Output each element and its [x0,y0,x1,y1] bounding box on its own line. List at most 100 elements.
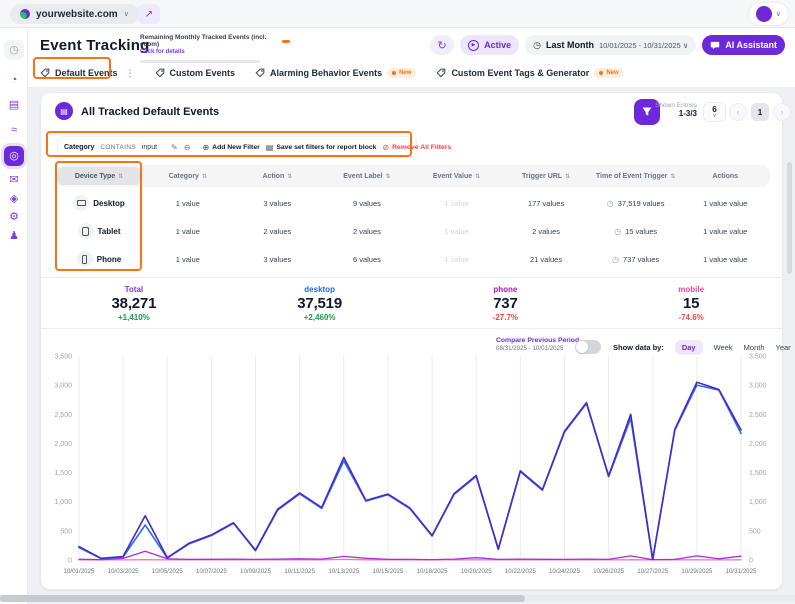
time-cell: ◷ 37,519 values [606,198,665,208]
chevron-down-icon: ∨ [775,11,781,18]
tag-icon [255,68,265,78]
svg-text:3,000: 3,000 [54,383,72,390]
svg-text:10/05/2025: 10/05/2025 [152,568,184,575]
svg-text:1,000: 1,000 [749,499,767,506]
settings-icon: ⚙ [9,210,19,223]
kebab-menu-icon[interactable]: ⋮ [126,68,135,79]
svg-text:10/31/2025: 10/31/2025 [726,568,758,575]
refresh-icon: ↻ [437,39,447,52]
column-header-category[interactable]: Category ⇅ [143,165,233,187]
clock-icon: ◷ [614,226,622,236]
open-site-button[interactable]: ↗ [138,4,160,24]
device-cell: Tablet [55,217,143,245]
sidebar-item-account[interactable]: ♟ [4,226,24,246]
user-menu[interactable]: ∨ [747,2,789,26]
save-filters-button[interactable]: ▤ Save set filters for report block [266,143,377,152]
sidebar-item-orders[interactable]: ▤ [4,95,24,115]
horizontal-scrollbar-thumb[interactable] [0,595,525,602]
table-row-desktop[interactable]: Desktop 1 value 3 values 9 values 1 value 177… [55,189,770,217]
sort-icon: ⇅ [475,173,481,180]
category-cell: 1 value [175,254,200,264]
next-page-button[interactable]: › [773,103,791,121]
category-cell: 1 value [175,198,200,208]
stat-desktop: desktop 37,519 +2,460% [227,278,413,328]
tab-alarming-behavior-events[interactable]: Alarming Behavior Events New [255,68,417,78]
remove-all-filters-button[interactable]: ⊘ Remove All Filters [382,143,451,152]
actions-cell: 1 value value [703,198,748,208]
column-header-event_label[interactable]: Event Label ⇅ [322,165,412,187]
add-new-filter-button[interactable]: ⊕ Add New Filter [202,143,259,152]
svg-text:10/01/2025: 10/01/2025 [64,568,96,575]
tab-label: Alarming Behavior Events [270,68,383,78]
filter-value[interactable]: input [142,144,157,151]
stat-change: +1,410% [117,312,150,322]
remove-filter-icon[interactable]: ⊖ [184,143,191,152]
vertical-scrollbar[interactable] [787,162,792,274]
sidebar-item-history[interactable]: ◷ [4,40,24,60]
page-size-select[interactable]: 6 ∨ [703,102,726,122]
column-header-action[interactable]: Action ⇅ [233,165,323,187]
table-row-tablet[interactable]: Tablet 1 value 2 values 2 values 1 value 2 va… [55,217,770,245]
svg-text:500: 500 [749,528,761,535]
chevron-down-icon: ∨ [712,112,717,119]
stat-label: desktop [304,284,335,294]
clock-icon: ◷ [533,39,541,50]
sidebar-item-insights[interactable]: ◔ [4,70,24,90]
sort-icon: ⇅ [118,173,124,180]
tag-icon [155,68,165,78]
account-icon: ♟ [9,229,19,242]
column-header-event_value[interactable]: Event Value ⇅ [412,165,502,187]
trigger-url-cell: 21 values [530,254,563,264]
prev-page-button[interactable]: ‹ [729,103,747,121]
column-header-trigger_url[interactable]: Trigger URL ⇅ [501,165,591,187]
remaining-events-label: Remaining Monthly Tracked Events (incl. … [140,34,267,48]
edit-filter-icon[interactable]: ✎ [171,143,178,152]
tag-icon [436,68,446,78]
svg-text:10/13/2025: 10/13/2025 [328,568,360,575]
filter-field[interactable]: Category [64,144,94,151]
click-for-details-link[interactable]: Click for details [140,49,290,55]
svg-text:3,500: 3,500 [749,354,767,361]
actions-cell: 1 value value [703,226,748,236]
filter-operator[interactable]: CONTAINS [100,144,136,151]
desktop-icon [73,195,90,211]
stat-total: Total 38,271 +1,410% [41,278,227,328]
page-title: Event Tracking [40,37,150,54]
tab-default-events[interactable]: Default Events ⋮ [40,68,135,79]
trigger-url-cell: 177 values [527,198,565,208]
sidebar-item-security[interactable]: ◈ [4,189,24,209]
sidebar-item-engagement[interactable]: ≈ [4,120,24,140]
table-row-phone[interactable]: Phone 1 value 3 values 6 values 1 value 21 va… [55,245,770,273]
sort-icon: ⇅ [287,173,293,180]
shown-entries-value: 1-3/3 [678,109,697,118]
date-range-picker[interactable]: ◷ Last Month 10/01/2025 - 10/31/2025 ∨ [525,35,697,55]
sidebar-item-event-tracking[interactable]: ◎ [4,146,24,166]
current-page[interactable]: 1 [751,103,769,121]
tablet-icon [77,223,94,239]
event-value-cell: 1 value [444,226,469,236]
column-header-time[interactable]: Time of Event Trigger ⇅ [591,165,681,187]
event-tracking-icon: ◎ [9,149,19,162]
event-label-cell: 9 values [352,198,381,208]
site-selector[interactable]: yourwebsite.com ∨ [10,4,139,24]
tab-custom-events[interactable]: Custom Events [155,68,235,78]
svg-text:10/24/2025: 10/24/2025 [549,568,581,575]
svg-text:2,500: 2,500 [749,412,767,419]
tracking-status-button[interactable]: ▶ Active [460,35,520,55]
column-header-device[interactable]: Device Type ⇅ [57,167,141,185]
event-value-cell: 1 value [444,254,469,264]
sidebar-item-settings[interactable]: ⚙ [4,207,24,227]
trigger-url-cell: 2 values [532,226,561,236]
tab-custom-event-tags-generator[interactable]: Custom Event Tags & Generator New [436,68,624,78]
ai-assistant-button[interactable]: AI Assistant [702,35,785,55]
sidebar-item-support-chat[interactable]: ✉ [4,170,24,190]
avatar [755,6,772,22]
filter-bar: Category CONTAINS input ✎ ⊖ ⊕ Add New Fi… [57,136,451,158]
svg-text:0: 0 [68,558,72,565]
events-chart: 10/01/2025 10/03/2025 10/05/2025 10/07/2025… [41,348,784,588]
site-name: yourwebsite.com [36,8,118,20]
refresh-button[interactable]: ↻ [430,35,455,55]
device-cell: Phone [55,245,143,273]
chart-line-desktop [78,384,742,561]
chart-line-total [78,381,742,561]
